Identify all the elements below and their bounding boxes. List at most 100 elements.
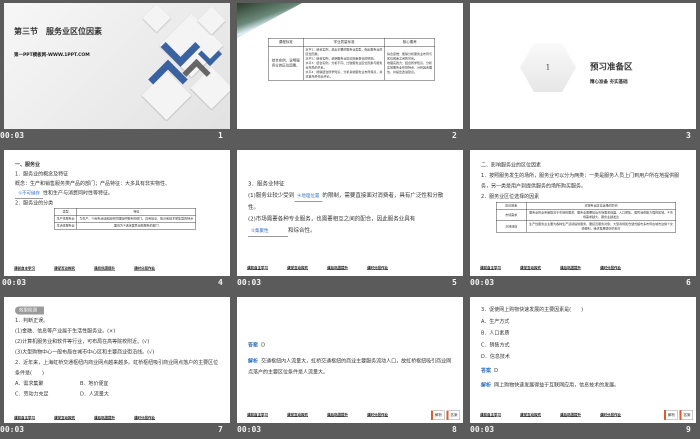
heading: 一、服务业: [15, 162, 40, 168]
nav-link[interactable]: 课后巩固提升: [94, 415, 115, 422]
location-factor-table: 区位因素 对服务业区位选择的影响 市场需求 服务业的业务量取决于市场的需求，服务业需…: [496, 202, 676, 233]
nav-link[interactable]: 课前自主学习: [247, 411, 268, 419]
answer-label: 答案: [481, 367, 491, 374]
slide-thumbnail-5[interactable]: 3．服务业特征 (1)服务业较少受到 ④地理位置 的限制，需要直接面对消费者，具有广…: [237, 150, 463, 276]
table-cell: 结合实例，说明服务业的区位因素。: [268, 45, 304, 81]
slide-title: 第三节 服务业区位因素: [14, 26, 103, 37]
text-line: 2．服务业的分类: [15, 200, 54, 207]
slide-number: 1: [218, 131, 223, 140]
slide-thumbnail-6[interactable]: 二、影响服务业的区位因素 1．按照服务发生的场所，服务业可以分为两类：一类是服务…: [470, 150, 696, 276]
nav-link[interactable]: 课堂互动探究: [287, 265, 308, 272]
text-line: (2)市场需要各种专业服务，也需要相互之间的配合，因此服务业具有: [248, 215, 416, 223]
slide-thumbnail-1[interactable]: 第三节 服务业区位因素 第一PPT模板网-WWW.1PPT.COM: [4, 3, 230, 129]
slide-number: 5: [452, 278, 457, 287]
answer-value: D: [261, 342, 266, 349]
explain-button[interactable]: 解析: [431, 410, 445, 420]
table-header: 对服务业区位选择的影响: [526, 202, 676, 210]
table-cell: 生产性服务业主要为各种生产活动提供服务，要接近服务对象；大型商场和仓储式超市多布…: [526, 220, 676, 233]
nav-link[interactable]: 课前自主学习: [14, 265, 35, 272]
table-cell: 生产性服务业: [53, 215, 78, 223]
slide-number: 9: [686, 425, 691, 434]
section-title: 预习准备区: [590, 62, 633, 72]
heading: 二、影响服务业的区位因素: [481, 162, 541, 169]
table-header: 特征: [76, 208, 196, 216]
table-cell: 水平1：结合实例，说出主要的服务业类型，指出服务业的区位因素。: [305, 47, 383, 56]
option: D．人流量大: [80, 391, 109, 398]
slide-nav: 课前自主学习 课堂互动探究 课后巩固提升 课时分层作业: [480, 265, 686, 272]
table-header: 学业质量标准: [303, 38, 385, 47]
text-line: (3)大型购物中心一般布局在城市中心区和主要商业街沿线。(√): [15, 349, 155, 356]
curriculum-table: 课程标准 学业质量标准 核心素养 结合实例，说明服务业的区位因素。 水平1：结合实例…: [268, 38, 435, 81]
text-line: 概念：生产和销售服务类产品的部门；产品特征：大多具有非实物性、: [15, 181, 170, 187]
answer-button[interactable]: 答案: [679, 409, 693, 420]
nav-link[interactable]: 课时分层作业: [134, 415, 155, 422]
slide-thumbnail-4[interactable]: 一、服务业 1．服务业的概念及特征 概念：生产和销售服务类产品的部门；产品特征：…: [4, 150, 230, 276]
explanation-text: 网上购物快速发展得益于互联网应用，信息技术的发展。: [494, 382, 620, 389]
question: 3．促使网上购物快速发展的主要因素是( ): [481, 307, 584, 313]
nav-link[interactable]: 课后巩固提升: [560, 265, 581, 272]
table-cell: 生活性服务业: [53, 222, 78, 230]
nav-link[interactable]: 课前自主学习: [480, 265, 501, 272]
table-cell: 为生产、②商务活动和政府管理提供服务的部门。具有信息、知识和技术密集型的特点: [76, 215, 196, 223]
nav-link[interactable]: 课堂互动探究: [520, 411, 541, 419]
table-cell: 地理实践力：结合所学知识，分析实地服务业布局特点，分析其合理性，并提出改进建议。: [387, 61, 433, 74]
nav-link[interactable]: 课前自主学习: [247, 265, 268, 272]
option: C．销售方式: [481, 342, 510, 348]
nav-link[interactable]: 课后巩固提升: [327, 265, 348, 272]
nav-link[interactable]: 课后巩固提升: [94, 265, 115, 272]
table-cell: 面向为③满足居民消费服务的部门: [76, 222, 196, 230]
slide-timing: 00:03: [470, 425, 495, 434]
slide-timing: 00:03: [0, 425, 25, 434]
slide-thumbnail-9[interactable]: 3．促使网上购物快速发展的主要因素是( ) A．生产方式 B．人口素质 C．销售…: [470, 297, 696, 423]
answer-blank: ④地理位置: [294, 192, 323, 202]
slide-timing: 00:03: [2, 278, 27, 287]
answer-blank: ①不可储存: [15, 190, 44, 199]
slide-thumbnail-2[interactable]: 课程标准 学业质量标准 核心素养 结合实例，说明服务业的区位因素。 水平1：结合实例…: [237, 3, 463, 129]
nav-link[interactable]: 课堂互动探究: [54, 415, 75, 422]
explain-button[interactable]: 解析: [664, 409, 678, 420]
nav-link[interactable]: 课时分层作业: [367, 411, 388, 419]
text-line: 2．服务业区位选择的因素: [481, 194, 540, 200]
slide-thumbnail-3[interactable]: 1 预习准备区 精心准备 夯实基础: [470, 3, 696, 129]
website-text: 第一PPT模板网-WWW.1PPT.COM: [14, 52, 90, 58]
nav-link[interactable]: 课时分层作业: [367, 265, 388, 272]
slide-thumbnail-7[interactable]: 效果检测 1．判断正误。 (1)金融、信息等产业属于生活性服务业。(×) (2)…: [4, 297, 230, 423]
nav-link[interactable]: 课前自主学习: [480, 411, 501, 419]
table-header: 区位因素: [496, 202, 527, 210]
text-line: (1)服务业较少受到: [248, 192, 295, 199]
explanation-label: 解析: [248, 358, 258, 365]
slide-thumbnail-8[interactable]: 答案 D 解析 交通枢纽内人流量大，虹桥交通枢纽的商业主要服务流动人口，故虹桥枢…: [237, 297, 463, 423]
nav-link[interactable]: 课时分层作业: [134, 265, 155, 272]
nav-link[interactable]: 课时分层作业: [600, 265, 621, 272]
question: 1．判断正误。: [15, 318, 49, 324]
slide-timing: 00:03: [0, 131, 25, 140]
slide-timing: 00:03: [237, 425, 262, 434]
slide-number: 7: [218, 425, 223, 434]
text-line: 和综合性。: [288, 227, 316, 234]
explanation-label: 解析: [481, 382, 491, 389]
text-line: (1)金融、信息等产业属于生活性服务业。(×): [15, 328, 116, 335]
answer-blank: ⑤集聚性: [248, 227, 288, 237]
text-line: 1．按照服务发生的场所，服务业可以分为两类：一类是服务人员上门到用户所在地提供服…: [481, 173, 680, 189]
nav-link[interactable]: 课堂互动探究: [54, 265, 75, 272]
table-cell: 水平4：能够结合所学知识，分析某地服务业布局特点，并对其布局作出评价。: [305, 70, 383, 79]
table-cell: 交通通信: [496, 220, 527, 233]
table-cell: 服务业的业务量取决于市场的需求，服务业需要接近市场需求旺盛、人口密集、居民消费能…: [526, 209, 676, 221]
slide-nav: 课前自主学习 课堂互动探究 课后巩固提升 课时分层作业: [247, 411, 418, 419]
nav-link[interactable]: 课后巩固提升: [560, 411, 581, 419]
nav-link[interactable]: 课前自主学习: [14, 415, 35, 422]
nav-link[interactable]: 课时分层作业: [600, 411, 621, 419]
section-hexagon: 1: [520, 43, 576, 92]
nav-link[interactable]: 课后巩固提升: [327, 411, 348, 419]
slide-number: 6: [686, 278, 691, 287]
nav-link[interactable]: 课堂互动探究: [287, 411, 308, 419]
option: B．人口素质: [481, 330, 510, 337]
waterfall-image: [237, 3, 302, 38]
option: D．信息技术: [481, 354, 510, 360]
nav-link[interactable]: 课堂互动探究: [520, 265, 541, 272]
slide-number: 8: [452, 425, 457, 434]
option: A．需求集聚: [15, 381, 44, 387]
question: 2．近年来，上海虹桥交通枢纽内商业网点越来越多。虹桥枢纽吸引商业网点落户的主要区…: [15, 360, 219, 376]
slide-number: 3: [686, 131, 691, 140]
answer-button[interactable]: 答案: [446, 410, 460, 420]
